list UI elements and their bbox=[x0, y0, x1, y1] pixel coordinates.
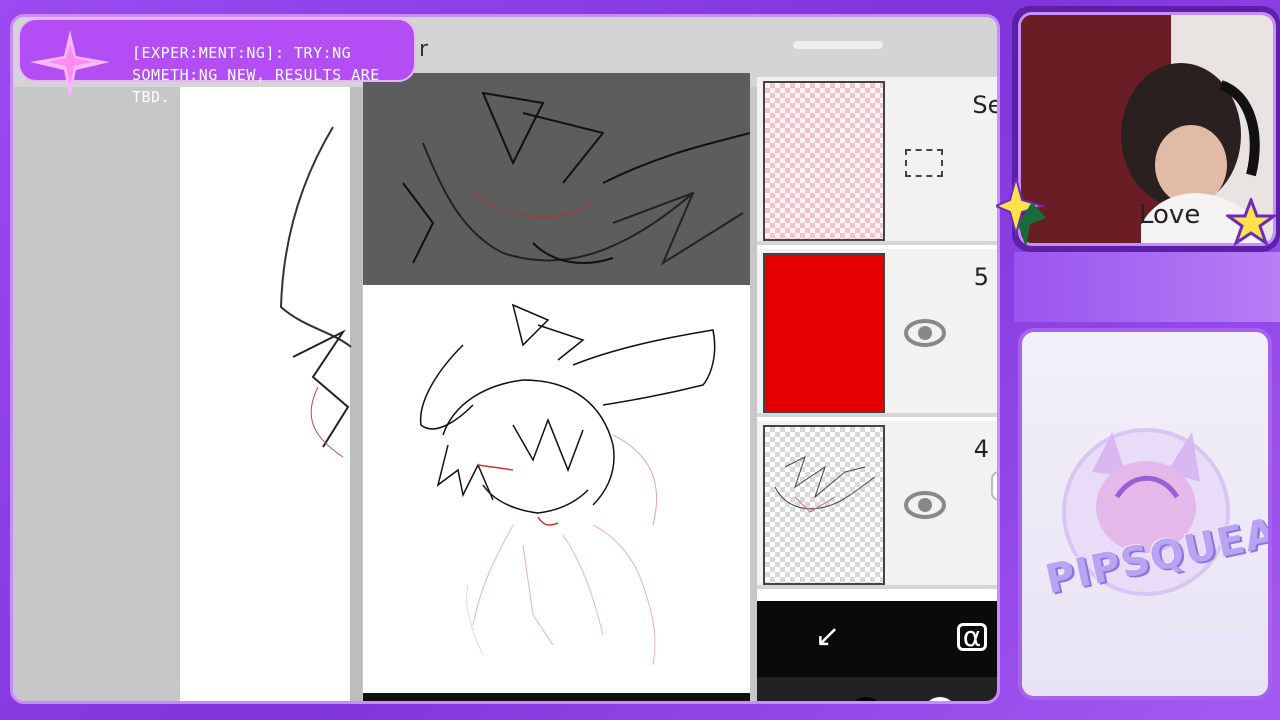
layer-toolbar-lower bbox=[757, 677, 997, 701]
eye-icon[interactable] bbox=[903, 315, 947, 351]
layer-row-selection[interactable]: Sel bbox=[757, 77, 997, 245]
layers-panel: Sel 5 4 bbox=[757, 77, 997, 605]
layer-row-4[interactable]: 4 bbox=[757, 421, 997, 589]
color-swatch-black[interactable] bbox=[849, 697, 883, 701]
decorative-strip bbox=[1014, 252, 1280, 322]
star-icon bbox=[996, 178, 1046, 248]
layer-thumbnail bbox=[763, 425, 885, 585]
layer-name: Sel bbox=[972, 91, 997, 119]
drawing-app-screen: r S 5 4 ↙ α bbox=[10, 14, 1000, 704]
eye-icon[interactable] bbox=[903, 487, 947, 523]
layer-name: 5 bbox=[973, 263, 989, 291]
layer-toolbar: ↙ α bbox=[757, 601, 997, 677]
banner-text: [EXPER:MENT:NG]: TRY:NG SOMETH:NG NEW, R… bbox=[132, 44, 380, 106]
star-icon bbox=[1226, 198, 1276, 246]
layer-thumbnail bbox=[763, 81, 885, 241]
drawing-canvas[interactable] bbox=[363, 285, 750, 693]
alpha-lock-icon[interactable]: α bbox=[957, 623, 987, 651]
layer-thumbnail bbox=[763, 253, 885, 413]
selection-icon[interactable] bbox=[905, 149, 943, 177]
drag-handle[interactable] bbox=[793, 41, 883, 49]
partial-sketch bbox=[279, 126, 352, 458]
shirt-text: Love bbox=[1139, 200, 1200, 230]
layer-row-5[interactable]: 5 bbox=[757, 249, 997, 417]
sparkle-icon bbox=[30, 30, 110, 100]
scroll-handle[interactable] bbox=[991, 471, 997, 501]
channel-logo-panel: PIPSQUEAK bbox=[1018, 328, 1272, 700]
color-swatch-white[interactable] bbox=[923, 697, 957, 701]
canvas-bottom-bar bbox=[363, 693, 750, 701]
layer-name: 4 bbox=[973, 435, 989, 463]
logo-art bbox=[1062, 428, 1230, 596]
experiment-banner: [EXPER:MENT:NG]: TRY:NG SOMETH:NG NEW, R… bbox=[18, 18, 416, 106]
arrow-down-left-icon[interactable]: ↙ bbox=[815, 619, 840, 654]
